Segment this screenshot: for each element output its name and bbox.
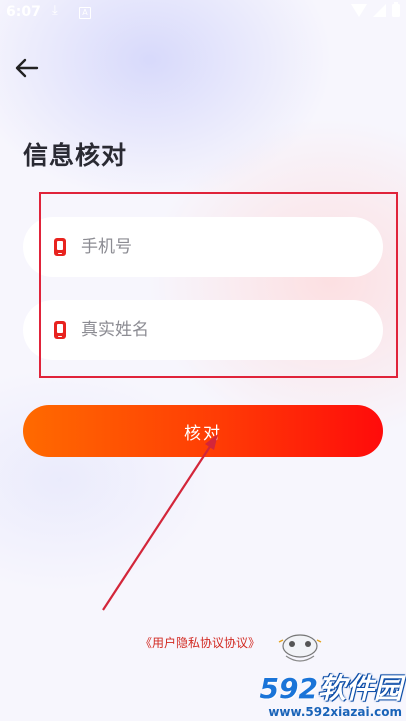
arrow-left-icon bbox=[15, 58, 39, 78]
status-icons bbox=[351, 2, 400, 17]
phone-icon bbox=[54, 238, 66, 256]
watermark: 592软件园 www.592xiazai.com bbox=[259, 672, 402, 720]
page-title: 信息核对 bbox=[23, 141, 128, 170]
status-bar: 6:07 ⤓ A bbox=[0, 0, 406, 26]
verify-button[interactable]: 核对 bbox=[23, 405, 383, 457]
watermark-url: www.592xiazai.com bbox=[268, 705, 402, 719]
privacy-agreement-link[interactable]: 《用户隐私协议协议》 bbox=[140, 634, 260, 651]
battery-icon bbox=[392, 2, 400, 17]
name-field[interactable] bbox=[23, 300, 383, 360]
phone-field[interactable] bbox=[23, 217, 383, 277]
notification-icon: A bbox=[79, 7, 91, 19]
phone-input[interactable] bbox=[81, 237, 341, 257]
wifi-icon bbox=[351, 4, 367, 17]
back-button[interactable] bbox=[12, 54, 42, 82]
gamepad-mascot-icon bbox=[278, 634, 322, 662]
download-icon: ⤓ bbox=[52, 3, 58, 18]
watermark-logo: 592软件园 bbox=[259, 672, 402, 705]
phone-icon bbox=[54, 321, 66, 339]
real-name-input[interactable] bbox=[81, 320, 341, 340]
signal-icon bbox=[373, 4, 386, 17]
status-time: 6:07 bbox=[6, 4, 41, 20]
annotation-arrow bbox=[102, 434, 218, 611]
